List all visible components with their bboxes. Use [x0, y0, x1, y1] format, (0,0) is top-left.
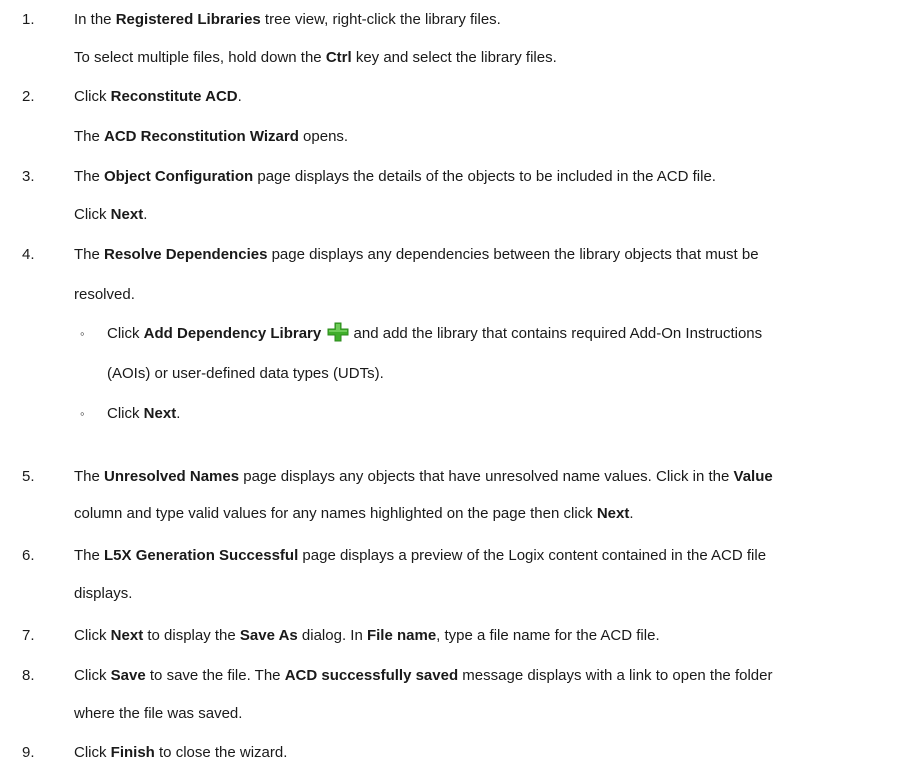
body-text: displays. [74, 585, 133, 602]
body-text: Click [74, 667, 111, 684]
body-text: Click [107, 405, 144, 422]
step-number: 2. [22, 88, 35, 105]
step-text: displays. [74, 582, 132, 606]
emphasis-text: Next [596, 505, 630, 522]
emphasis-text: Save As [239, 627, 298, 644]
emphasis-text: Reconstitute ACD [110, 88, 238, 105]
emphasis-text: Registered Libraries [115, 11, 261, 28]
body-text: resolved. [74, 286, 135, 303]
body-text: The [74, 468, 105, 485]
step-text: Click Finish to close the wizard. [74, 741, 287, 765]
emphasis-text: Save [110, 667, 146, 684]
body-text: message displays with a link to open the… [458, 667, 773, 684]
body-text: Click [74, 627, 111, 644]
bullet-marker: ◦ [80, 406, 85, 421]
body-text: tree view, right-click the library files… [260, 11, 501, 28]
step-text: where the file was saved. [74, 702, 242, 726]
emphasis-text: Resolve Dependencies [104, 246, 268, 263]
step-text: resolved. [74, 283, 135, 307]
body-text: to close the wizard. [154, 744, 288, 761]
step-number: 1. [22, 11, 35, 28]
body-text: (AOIs) or user-defined data types (UDTs)… [107, 365, 384, 382]
body-text: page displays a preview of the Logix con… [298, 547, 767, 564]
step-number: 6. [22, 547, 35, 564]
emphasis-text: Next [110, 627, 144, 644]
body-text: The [74, 128, 105, 145]
emphasis-text: Object Configuration [104, 168, 254, 185]
body-text: The [74, 246, 105, 263]
body-text: The [74, 168, 105, 185]
step-number: 4. [22, 246, 35, 263]
body-text: Click [74, 744, 111, 761]
body-text: . [237, 88, 242, 105]
step-number: 3. [22, 168, 35, 185]
body-text: page displays any objects that have unre… [239, 468, 734, 485]
body-text: page displays the details of the objects… [253, 168, 716, 185]
body-text: dialog. In [297, 627, 367, 644]
body-text: , type a file name for the ACD file. [436, 627, 660, 644]
step-text: Click Next to display the Save As dialog… [74, 624, 660, 648]
emphasis-text: Value [733, 468, 773, 485]
procedure-steps: 1. In the Registered Libraries tree view,… [0, 0, 920, 766]
emphasis-text: L5X Generation Successful [104, 547, 299, 564]
body-text: and add the library that contains requir… [349, 325, 763, 342]
step-text: The Object Configuration page displays t… [74, 165, 716, 189]
body-text: Click [74, 88, 111, 105]
emphasis-text: ACD successfully saved [284, 667, 459, 684]
body-text: . [176, 405, 181, 422]
emphasis-text: Next [110, 206, 144, 223]
sub-step-text: Click Next. [107, 402, 180, 426]
step-text: column and type valid values for any nam… [74, 502, 634, 526]
step-number: 9. [22, 744, 35, 761]
step-text: Click Save to save the file. The ACD suc… [74, 664, 772, 688]
emphasis-text: Next [143, 405, 177, 422]
step-text: The ACD Reconstitution Wizard opens. [74, 125, 348, 149]
body-text: Click [107, 325, 144, 342]
body-text: page displays any dependencies between t… [267, 246, 759, 263]
emphasis-text: File name [366, 627, 437, 644]
body-text: opens. [298, 128, 349, 145]
step-text: Click Reconstitute ACD. [74, 85, 242, 109]
sub-step-text: Click Add Dependency Library and add the… [107, 322, 762, 346]
emphasis-text: Add Dependency Library [143, 325, 322, 342]
body-text: In the [74, 11, 116, 28]
step-text: To select multiple files, hold down the … [74, 46, 557, 70]
step-text: In the Registered Libraries tree view, r… [74, 8, 501, 32]
step-number: 8. [22, 667, 35, 684]
emphasis-text: ACD Reconstitution Wizard [104, 128, 299, 145]
step-number: 7. [22, 627, 35, 644]
body-text: where the file was saved. [74, 705, 243, 722]
step-text: The Unresolved Names page displays any o… [74, 465, 773, 489]
body-text: key and select the library files. [351, 49, 557, 66]
body-text: column and type valid values for any nam… [74, 505, 597, 522]
body-text [321, 325, 325, 342]
step-text: Click Next. [74, 203, 147, 227]
body-text: to save the file. The [145, 667, 285, 684]
body-text: . [143, 206, 148, 223]
emphasis-text: Ctrl [325, 49, 352, 66]
emphasis-text: Finish [110, 744, 155, 761]
body-text: Click [74, 206, 111, 223]
step-text: The L5X Generation Successful page displ… [74, 544, 766, 568]
step-number: 5. [22, 468, 35, 485]
body-text: The [74, 547, 105, 564]
sub-step-text: (AOIs) or user-defined data types (UDTs)… [107, 362, 384, 386]
step-text: The Resolve Dependencies page displays a… [74, 243, 759, 267]
body-text: To select multiple files, hold down the [74, 49, 326, 66]
green-plus-icon [327, 322, 349, 342]
body-text: to display the [143, 627, 240, 644]
body-text: . [629, 505, 634, 522]
emphasis-text: Unresolved Names [104, 468, 240, 485]
bullet-marker: ◦ [80, 326, 85, 341]
